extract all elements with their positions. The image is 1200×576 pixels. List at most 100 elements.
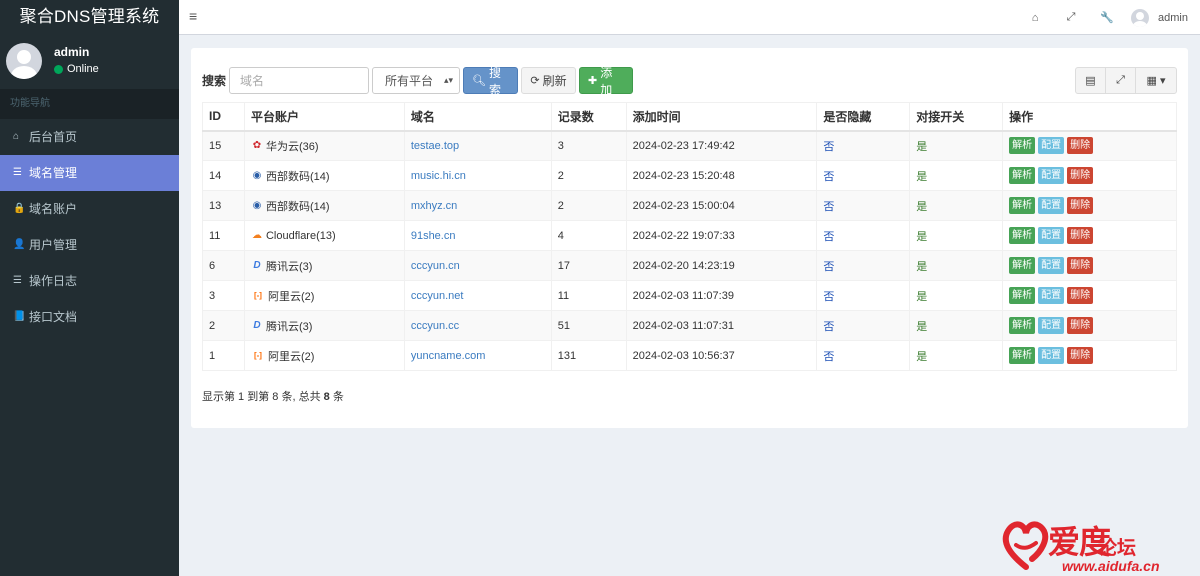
domain-link[interactable]: cccyun.net [411,290,464,302]
resolve-button[interactable]: 解析 [1009,287,1036,304]
sidebar-item-label: 用户管理 [29,238,78,252]
config-button[interactable]: 配置 [1038,137,1065,155]
hidden-status[interactable]: 否 [823,201,834,213]
hidden-status[interactable]: 否 [823,171,834,183]
domain-link[interactable]: cccyun.cc [411,320,459,332]
watermark-url: www.aidufa.cn [1062,558,1160,574]
sidebar-item-label: 操作日志 [29,274,78,288]
sidebar-item-label: 后台首页 [29,130,78,144]
row-id: 3 [209,289,216,302]
user-menu[interactable]: admin [1125,8,1200,27]
record-count: 17 [557,259,570,272]
search-button[interactable]: 🔍︎ 搜索 [463,66,519,97]
sidebar-item[interactable]: ⌂ 后台首页 [0,119,179,155]
huawei-icon: ✿ [252,140,262,152]
domain-link[interactable]: 91she.cn [411,230,456,242]
column-header[interactable]: 是否隐藏 [816,102,911,132]
hidden-status[interactable]: 否 [823,261,834,273]
wrench-icon[interactable]: 🔧 [1089,11,1125,24]
resolve-button[interactable]: 解析 [1009,347,1036,364]
delete-button[interactable]: 删除 [1067,167,1094,184]
record-count: 51 [557,319,570,332]
toggle-view-icon[interactable]: ▤ [1075,67,1106,94]
column-header[interactable]: 记录数 [550,102,627,132]
platform-account: 阿里云(2) [267,350,315,363]
columns-menu-icon[interactable]: ▦ ▾ [1135,67,1177,94]
home-icon[interactable]: ⌂ [1017,12,1053,24]
config-button[interactable]: 配置 [1038,227,1065,244]
pagination-suffix: 条 [329,391,344,403]
platform-select[interactable]: 所有平台 ▴▾ [372,67,461,94]
resolve-button[interactable]: 解析 [1009,227,1036,244]
sidebar-item[interactable]: 📘 接口文档 [0,299,179,335]
search-button-label: 搜索 [488,65,501,97]
fullscreen-icon[interactable]: ⤢ [1053,11,1089,24]
hidden-status[interactable]: 否 [823,351,834,363]
sidebar-nav: ⌂ 后台首页 ☰ 域名管理 🔒 域名账户 👤 用户管理 ☰ 操作日志 📘 接口文档 [0,119,179,335]
domain-link[interactable]: music.hi.cn [411,170,466,182]
app-title[interactable]: 聚合DNS管理系统 [0,0,179,35]
delete-button[interactable]: 删除 [1067,317,1094,334]
config-button[interactable]: 配置 [1038,287,1065,304]
delete-button[interactable]: 删除 [1067,227,1094,244]
domain-link[interactable]: testae.top [411,140,459,152]
enabled-status[interactable]: 是 [916,351,927,363]
record-count: 131 [557,349,577,362]
delete-button[interactable]: 删除 [1067,287,1094,304]
pagination-info: 显示第 1 到第 8 条, 总共 8 条 [202,388,344,404]
enabled-status[interactable]: 是 [916,201,927,213]
fullscreen-icon[interactable]: ⤢ [1105,67,1136,94]
sidebar-item[interactable]: 🔒 域名账户 [0,191,179,227]
enabled-status[interactable]: 是 [916,141,927,153]
resolve-button[interactable]: 解析 [1009,257,1036,274]
column-header[interactable]: 平台账户 [243,102,405,132]
column-header[interactable]: 添加时间 [625,102,818,132]
nav-header: 功能导航 [0,89,179,119]
delete-button[interactable]: 删除 [1067,137,1094,155]
config-button[interactable]: 配置 [1038,347,1065,364]
sidebar-item[interactable]: ☰ 域名管理 [0,155,179,191]
enabled-status[interactable]: 是 [916,321,927,333]
table-row: 2 D 腾讯云(3) cccyun.cc 51 2024-02-03 11:07:31 否 是… [202,310,1177,341]
menu-toggle-icon[interactable]: ≡ [189,8,197,24]
column-header[interactable]: 域名 [403,102,552,132]
refresh-button[interactable]: ⟳ 刷新 [521,67,577,94]
sidebar-item-label: 域名账户 [29,202,78,216]
delete-button[interactable]: 删除 [1067,347,1094,364]
column-header[interactable]: ID [202,102,245,132]
hidden-status[interactable]: 否 [823,321,834,333]
domain-link[interactable]: yuncname.com [411,350,486,362]
config-button[interactable]: 配置 [1038,197,1065,214]
config-button[interactable]: 配置 [1038,167,1065,184]
enabled-status[interactable]: 是 [916,261,927,273]
config-button[interactable]: 配置 [1038,257,1065,274]
delete-button[interactable]: 删除 [1067,257,1094,274]
dnspod-icon: D [253,320,261,331]
table-row: 3 [-] 阿里云(2) cccyun.net 11 2024-02-03 11:07:3… [202,280,1177,311]
domain-link[interactable]: mxhyz.cn [411,200,457,212]
record-count: 11 [557,289,570,302]
search-input[interactable] [229,67,370,94]
config-button[interactable]: 配置 [1038,317,1065,334]
hidden-status[interactable]: 否 [823,141,834,153]
delete-button[interactable]: 删除 [1067,197,1094,214]
resolve-button[interactable]: 解析 [1009,317,1036,334]
table-row: 14 ◉ 西部数码(14) music.hi.cn 2 2024-02-23 15:20:… [202,160,1177,191]
hidden-status[interactable]: 否 [823,291,834,303]
sidebar-item[interactable]: ☰ 操作日志 [0,263,179,299]
enabled-status[interactable]: 是 [916,231,927,243]
column-header[interactable]: 操作 [1002,102,1177,132]
domain-link[interactable]: cccyun.cn [411,260,460,272]
dnspod-icon: D [253,260,261,271]
add-button[interactable]: ✚ 添加 [579,66,634,97]
sidebar-item[interactable]: 👤 用户管理 [0,227,179,263]
platform-account: 阿里云(2) [267,290,315,303]
online-dot-icon [54,64,63,74]
resolve-button[interactable]: 解析 [1009,137,1036,155]
hidden-status[interactable]: 否 [823,231,834,243]
resolve-button[interactable]: 解析 [1009,167,1036,184]
enabled-status[interactable]: 是 [916,291,927,303]
resolve-button[interactable]: 解析 [1009,197,1036,214]
column-header[interactable]: 对接开关 [909,102,1004,132]
enabled-status[interactable]: 是 [916,171,927,183]
